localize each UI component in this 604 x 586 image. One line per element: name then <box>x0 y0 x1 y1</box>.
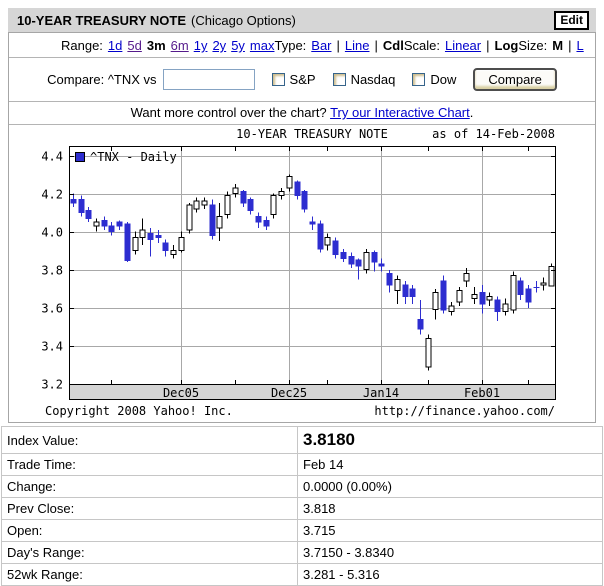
row-label: Prev Close: <box>2 498 298 520</box>
row-label: Trade Time: <box>2 454 298 476</box>
table-row-52wk-range: 52wk Range: 3.281 - 5.316 <box>2 564 603 586</box>
range-max[interactable]: max <box>250 38 275 53</box>
svg-text:3.6: 3.6 <box>41 302 63 316</box>
compare-nasdaq-group: Nasdaq <box>333 72 396 87</box>
52wk-range-value: 3.281 - 5.316 <box>298 564 603 586</box>
index-value: 3.8180 <box>298 427 603 454</box>
type-label: Type: <box>274 38 306 53</box>
compare-sp-group: S&P <box>272 72 316 87</box>
promo-text: Want more control over the chart? <box>131 105 327 120</box>
size-m-selected: M <box>552 38 563 53</box>
chart-image: 3.2 3.4 3.6 3.8 4.0 4.2 4.4 Dec05 Dec25 Jan14 Feb0… <box>9 125 595 422</box>
sp-checkbox-label: S&P <box>290 72 316 87</box>
compare-symbol-input[interactable] <box>163 69 255 90</box>
svg-text:3.4: 3.4 <box>41 340 63 354</box>
row-label: Index Value: <box>2 427 298 454</box>
promo-row: Want more control over the chart? Try ou… <box>9 102 595 125</box>
range-5d[interactable]: 5d <box>127 38 141 53</box>
table-row-index-value: Index Value: 3.8180 <box>2 427 603 454</box>
page-subtitle: (Chicago Options) <box>191 13 296 28</box>
table-row-days-range: Day's Range: 3.7150 - 3.8340 <box>2 542 603 564</box>
svg-text:4.0: 4.0 <box>41 226 63 240</box>
range-1d[interactable]: 1d <box>108 38 122 53</box>
separator: | <box>486 38 489 53</box>
svg-text:Jan14: Jan14 <box>363 386 399 400</box>
scale-linear[interactable]: Linear <box>445 38 481 53</box>
type-cdl-selected: Cdl <box>383 38 404 53</box>
compare-row: Compare: ^TNX vs S&P Nasdaq Dow Compare <box>9 58 595 102</box>
svg-text:4.2: 4.2 <box>41 188 63 202</box>
row-label: Day's Range: <box>2 542 298 564</box>
svg-text:^TNX - Daily: ^TNX - Daily <box>90 150 177 164</box>
promo-suffix: . <box>470 105 474 120</box>
svg-text:3.8: 3.8 <box>41 264 63 278</box>
open-value: 3.715 <box>298 520 603 542</box>
size-control: Size: M | L <box>518 38 583 53</box>
range-2y[interactable]: 2y <box>212 38 226 53</box>
range-label: Range: <box>61 38 103 53</box>
row-label: 52wk Range: <box>2 564 298 586</box>
svg-text:10-YEAR TREASURY NOTE: 10-YEAR TREASURY NOTE <box>236 127 388 141</box>
nasdaq-checkbox[interactable] <box>333 73 346 86</box>
separator: | <box>568 38 571 53</box>
type-control: Type: Bar | Line | Cdl <box>274 38 403 53</box>
change-value: 0.0000 (0.00%) <box>298 476 603 498</box>
edit-button[interactable]: Edit <box>554 11 589 30</box>
quote-summary-table: Index Value: 3.8180 Trade Time: Feb 14 C… <box>1 426 603 586</box>
chart-controls: Range: 1d 5d 3m 6m 1y 2y 5y max Type: Bar | Line | Cd… <box>9 33 595 58</box>
compare-dow-group: Dow <box>412 72 456 87</box>
range-6m[interactable]: 6m <box>171 38 189 53</box>
svg-text:http://finance.yahoo.com/: http://finance.yahoo.com/ <box>374 404 555 418</box>
nasdaq-checkbox-label: Nasdaq <box>351 72 396 87</box>
svg-text:Copyright 2008 Yahoo! Inc.: Copyright 2008 Yahoo! Inc. <box>45 404 233 418</box>
row-label: Open: <box>2 520 298 542</box>
row-label: Change: <box>2 476 298 498</box>
range-1y[interactable]: 1y <box>194 38 208 53</box>
price-chart-svg: 3.2 3.4 3.6 3.8 4.0 4.2 4.4 Dec05 Dec25 Jan14 Feb0… <box>9 126 595 420</box>
svg-text:4.4: 4.4 <box>41 150 63 164</box>
scale-control: Scale: Linear | Log <box>404 38 519 53</box>
page-title: 10-YEAR TREASURY NOTE <box>17 13 186 28</box>
chart-module: Range: 1d 5d 3m 6m 1y 2y 5y max Type: Bar | Line | Cd… <box>8 32 596 423</box>
scale-log-selected: Log <box>495 38 519 53</box>
svg-text:as of 14-Feb-2008: as of 14-Feb-2008 <box>432 127 555 141</box>
sp-checkbox[interactable] <box>272 73 285 86</box>
separator: | <box>374 38 377 53</box>
interactive-chart-link[interactable]: Try our Interactive Chart <box>330 105 470 120</box>
type-bar[interactable]: Bar <box>311 38 331 53</box>
size-l[interactable]: L <box>576 38 583 53</box>
svg-text:Dec05: Dec05 <box>163 386 199 400</box>
dow-checkbox-label: Dow <box>430 72 456 87</box>
scale-label: Scale: <box>404 38 440 53</box>
size-label: Size: <box>518 38 547 53</box>
table-row-prev-close: Prev Close: 3.818 <box>2 498 603 520</box>
separator: | <box>337 38 340 53</box>
compare-button[interactable]: Compare <box>473 68 556 91</box>
range-3m-selected: 3m <box>147 38 166 53</box>
table-row-open: Open: 3.715 <box>2 520 603 542</box>
svg-text:Dec25: Dec25 <box>271 386 307 400</box>
type-line[interactable]: Line <box>345 38 370 53</box>
prev-close-value: 3.818 <box>298 498 603 520</box>
table-row-change: Change: 0.0000 (0.00%) <box>2 476 603 498</box>
svg-text:Feb01: Feb01 <box>464 386 500 400</box>
range-control: Range: 1d 5d 3m 6m 1y 2y 5y max <box>61 38 274 53</box>
trade-time: Feb 14 <box>298 454 603 476</box>
svg-text:3.2: 3.2 <box>41 378 63 392</box>
dow-checkbox[interactable] <box>412 73 425 86</box>
range-5y[interactable]: 5y <box>231 38 245 53</box>
page-title-group: 10-YEAR TREASURY NOTE (Chicago Options) <box>17 13 296 28</box>
table-row-trade-time: Trade Time: Feb 14 <box>2 454 603 476</box>
quote-header: 10-YEAR TREASURY NOTE (Chicago Options) E… <box>8 8 596 32</box>
compare-label: Compare: ^TNX vs <box>47 72 156 87</box>
days-range-value: 3.7150 - 3.8340 <box>298 542 603 564</box>
